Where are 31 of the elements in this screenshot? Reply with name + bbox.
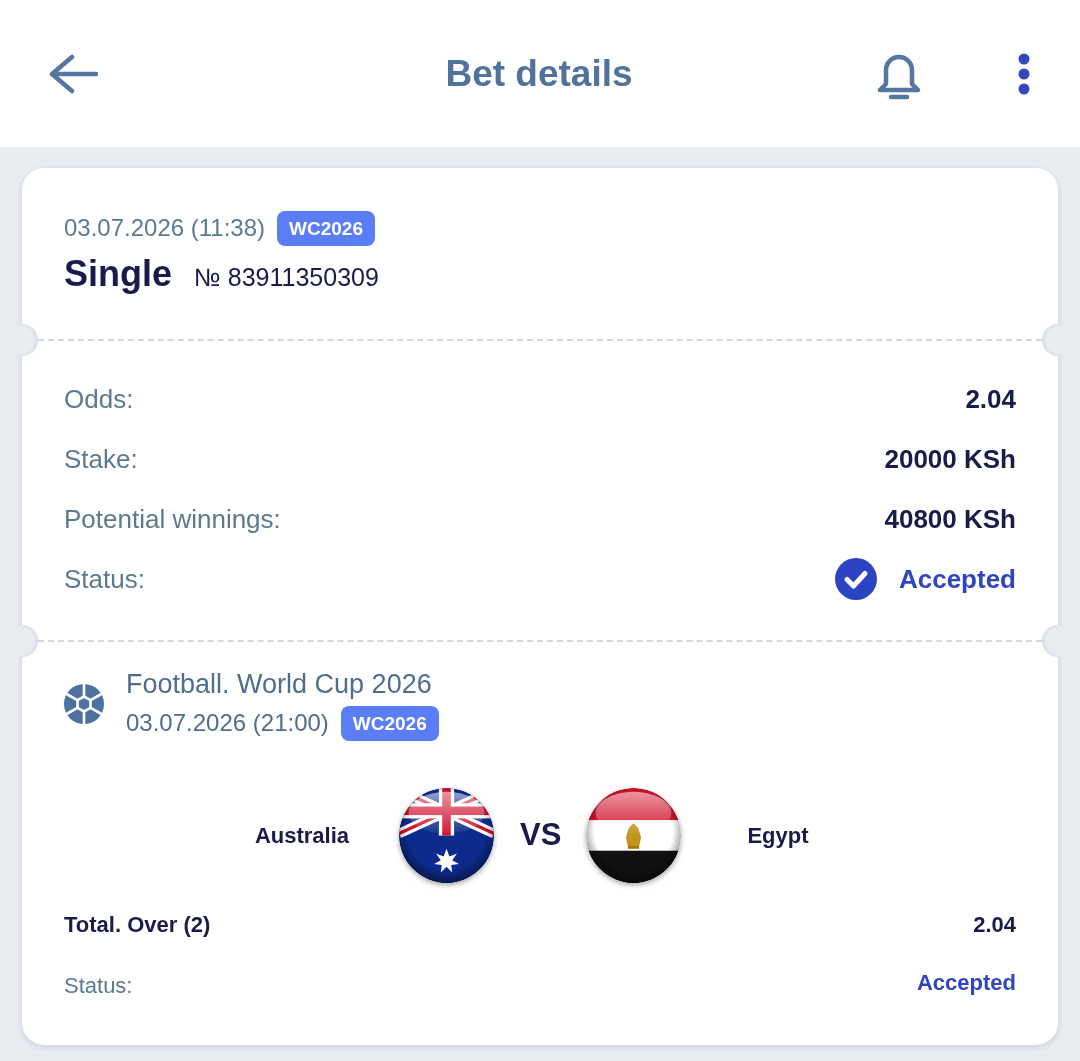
bet-date: 03.07.2026 (11:38) bbox=[64, 213, 266, 243]
flag-icon bbox=[399, 788, 494, 883]
summary-label: Stake: bbox=[64, 442, 138, 476]
vertical-dots-icon bbox=[1018, 52, 1030, 95]
selection-odds: 2.04 bbox=[973, 910, 1016, 939]
check-circle-icon bbox=[834, 558, 877, 600]
tag-badge: WC2026 bbox=[277, 210, 375, 246]
market-name: Total. Over (2) bbox=[64, 910, 211, 939]
more-options-button[interactable] bbox=[1018, 52, 1030, 95]
event-title: Football. World Cup 2026 bbox=[126, 668, 433, 701]
summary-value: 20000 KSh bbox=[884, 442, 1016, 476]
summary-label: Status: bbox=[64, 562, 145, 596]
page-title: Bet details bbox=[445, 55, 633, 92]
back-button[interactable] bbox=[48, 53, 98, 94]
event-date: 03.07.2026 (21:00) bbox=[126, 708, 329, 738]
summary-label: Potential winnings: bbox=[64, 502, 281, 536]
tag-badge: WC2026 bbox=[340, 705, 439, 741]
bet-number: № 83911350309 bbox=[194, 262, 379, 293]
summary-value: 40800 KSh bbox=[884, 502, 1016, 536]
status-value: Accepted bbox=[916, 968, 1016, 997]
soccer-ball-icon bbox=[64, 683, 104, 724]
arrow-left-icon bbox=[48, 53, 98, 94]
versus-text: VS bbox=[520, 816, 560, 855]
team-name: Egypt bbox=[746, 822, 810, 850]
team-name: Australia bbox=[253, 822, 351, 850]
summary-value: 2.04 bbox=[965, 382, 1016, 416]
summary-label: Odds: bbox=[64, 382, 134, 416]
status-label: Status: bbox=[64, 971, 133, 1000]
flag-icon bbox=[586, 788, 681, 883]
bet-type: Single bbox=[64, 252, 173, 296]
status-value: Accepted bbox=[898, 562, 1016, 596]
